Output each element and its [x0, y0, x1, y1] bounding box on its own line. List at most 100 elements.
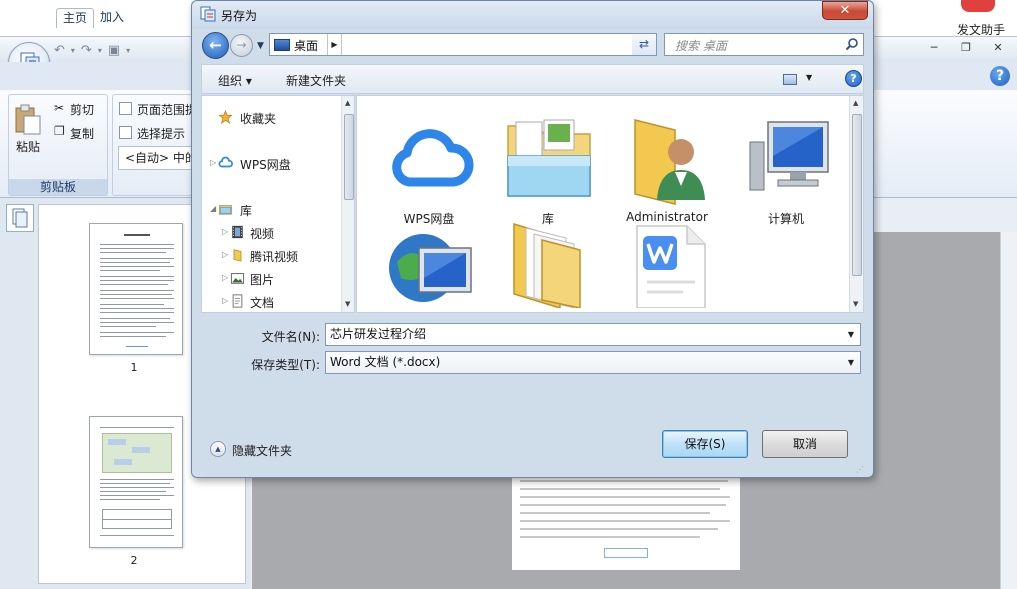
computer-icon — [749, 121, 829, 191]
copy-button[interactable]: 复制 — [70, 125, 94, 142]
scroll-down-icon[interactable]: ▼ — [345, 300, 350, 308]
scrollbar-thumb[interactable] — [344, 114, 354, 200]
tab-home[interactable]: 主页 — [56, 8, 95, 28]
nav-item-documents[interactable]: ▷ 文档 — [202, 291, 341, 311]
nav-item-favorites[interactable]: 收藏夹 — [202, 107, 341, 127]
redo-dropdown-icon[interactable]: ▾ — [98, 46, 102, 55]
dialog-help-icon[interactable]: ? — [845, 70, 862, 87]
scroll-up-icon[interactable]: ▲ — [345, 99, 350, 107]
expand-arrow-icon[interactable]: ▷ — [222, 227, 228, 236]
star-icon — [218, 110, 233, 124]
expand-arrow-icon[interactable]: ▷ — [222, 296, 228, 305]
file-item-computer[interactable]: 计算机 — [726, 116, 846, 228]
writing-assistant[interactable]: 发文助手 — [940, 0, 1017, 37]
save-disk-icon[interactable]: ▣ — [108, 43, 120, 58]
view-mode-icon[interactable] — [783, 74, 797, 85]
scissors-icon[interactable]: ✂ — [54, 101, 64, 115]
file-item-folder[interactable] — [488, 218, 608, 312]
forward-button[interactable]: → — [230, 34, 253, 57]
pages-icon — [12, 208, 28, 228]
search-icon[interactable] — [845, 37, 859, 51]
file-item-administrator[interactable]: Administrator — [607, 116, 727, 228]
restore-button[interactable]: ❐ — [950, 38, 982, 56]
filetype-select[interactable]: Word 文档 (*.docx) ▼ — [325, 351, 861, 374]
organize-button[interactable]: 组织 ▾ — [218, 72, 252, 89]
close-button[interactable]: ✕ — [982, 38, 1014, 56]
undo-icon[interactable]: ↶ — [54, 43, 65, 58]
refresh-button[interactable]: ⇄ — [632, 33, 657, 56]
page-thumbnail-1[interactable] — [89, 223, 183, 355]
page-range-checkbox[interactable] — [119, 102, 132, 115]
view-mode-dropdown-icon[interactable]: ▼ — [806, 73, 812, 82]
filename-value: 芯片研发过程介绍 — [330, 327, 427, 341]
search-placeholder: 搜索 桌面 — [675, 39, 727, 53]
nav-item-pictures[interactable]: ▷ 图片 — [202, 268, 341, 288]
save-as-dialog: 另存为 ✕ ← → ▼ 桌面 ▶ ▼ ⇄ 搜索 桌面 组织 ▾ 新建文件夹 ▼ … — [191, 0, 874, 478]
save-button[interactable]: 保存(S) — [662, 430, 748, 458]
file-item-network[interactable] — [369, 218, 489, 312]
nav-item-library[interactable]: ◢ 库 — [202, 199, 341, 219]
select-hint-checkbox[interactable] — [119, 126, 132, 139]
file-item-wps-document[interactable] — [607, 218, 727, 312]
address-location[interactable]: 桌面 — [294, 37, 318, 54]
file-item-label: 计算机 — [767, 212, 804, 226]
nav-item-tencent-video[interactable]: ▷ 腾讯视频 — [202, 245, 341, 265]
file-list-pane[interactable]: WPS网盘 库 Administrator 计算机 ▲ ▼ — [356, 95, 864, 313]
new-folder-button[interactable]: 新建文件夹 — [286, 72, 346, 89]
hide-folders-label: 隐藏文件夹 — [232, 444, 293, 458]
file-item-wps-cloud[interactable]: WPS网盘 — [369, 116, 489, 228]
dialog-titlebar[interactable]: 另存为 ✕ — [192, 1, 873, 29]
cancel-button[interactable]: 取消 — [762, 430, 848, 458]
chevron-up-icon: ▲ — [210, 441, 226, 457]
expand-arrow-icon[interactable]: ▷ — [222, 273, 228, 282]
nav-pane-scrollbar[interactable]: ▲ ▼ — [341, 96, 354, 312]
pages-panel-tab[interactable] — [6, 204, 34, 232]
auto-combo[interactable]: <自动> 中的 — [118, 146, 198, 170]
address-bar[interactable]: 桌面 ▶ ▼ — [269, 33, 656, 56]
cloud-icon — [392, 129, 474, 187]
scrollbar-thumb[interactable] — [852, 114, 862, 276]
breadcrumb-chevron-icon[interactable]: ▶ — [327, 34, 342, 55]
file-item-library[interactable]: 库 — [488, 116, 608, 228]
document-icon — [232, 294, 243, 308]
dialog-toolbar: 组织 ▾ 新建文件夹 ▼ ? — [201, 64, 864, 94]
expand-arrow-icon[interactable]: ▷ — [210, 158, 216, 167]
collapse-arrow-icon[interactable]: ◢ — [210, 204, 216, 213]
filename-dropdown-icon[interactable]: ▼ — [844, 324, 858, 345]
expand-arrow-icon[interactable]: ▷ — [222, 250, 228, 259]
filetype-dropdown-icon[interactable]: ▼ — [844, 352, 858, 373]
recent-locations-dropdown[interactable]: ▼ — [257, 41, 264, 51]
undo-dropdown-icon[interactable]: ▾ — [71, 46, 75, 55]
library-icon — [218, 205, 233, 215]
nav-label: 腾讯视频 — [250, 250, 299, 264]
folder-icon — [233, 249, 242, 262]
dialog-close-button[interactable]: ✕ — [822, 1, 868, 20]
minimize-button[interactable]: ─ — [918, 38, 950, 56]
filename-input[interactable]: 芯片研发过程介绍 ▼ — [325, 323, 861, 346]
paste-button[interactable]: 粘贴 — [16, 138, 40, 155]
nav-item-video[interactable]: ▷ 视频 — [202, 222, 341, 242]
resize-grip-icon[interactable]: ⋰ — [856, 465, 868, 477]
nav-label: 收藏夹 — [240, 112, 277, 126]
qat-customize-icon[interactable]: ▾ — [126, 46, 130, 55]
redo-icon[interactable]: ↷ — [81, 43, 92, 58]
cut-button[interactable]: 剪切 — [70, 101, 94, 118]
copy-icon[interactable]: ❐ — [54, 124, 65, 138]
navigation-pane[interactable]: 收藏夹 ▷ WPS网盘 ◢ 库 ▷ 视频 ▷ 腾讯视频 ▷ 图片 ▷ 文档 ▲ … — [201, 95, 355, 313]
paste-icon[interactable] — [14, 104, 42, 136]
help-icon[interactable]: ? — [990, 66, 1010, 86]
tab-join[interactable]: 加入 — [94, 8, 130, 28]
page-thumbnail-2[interactable] — [89, 416, 183, 548]
file-pane-scrollbar[interactable]: ▲ ▼ — [849, 96, 863, 312]
document-scrollbar[interactable] — [1000, 232, 1017, 589]
back-button[interactable]: ← — [202, 32, 229, 59]
nav-label: WPS网盘 — [240, 158, 291, 172]
document-page[interactable] — [512, 474, 740, 570]
quick-access-toolbar: ↶ ▾ ↷ ▾ ▣ ▾ — [54, 40, 130, 60]
scroll-up-icon[interactable]: ▲ — [853, 99, 858, 107]
nav-item-wps-cloud[interactable]: ▷ WPS网盘 — [202, 153, 341, 173]
scroll-down-icon[interactable]: ▼ — [853, 300, 858, 308]
search-input[interactable]: 搜索 桌面 — [664, 33, 864, 56]
hide-folders-toggle[interactable]: ▲ 隐藏文件夹 — [210, 441, 330, 459]
nav-label: 库 — [240, 204, 253, 218]
